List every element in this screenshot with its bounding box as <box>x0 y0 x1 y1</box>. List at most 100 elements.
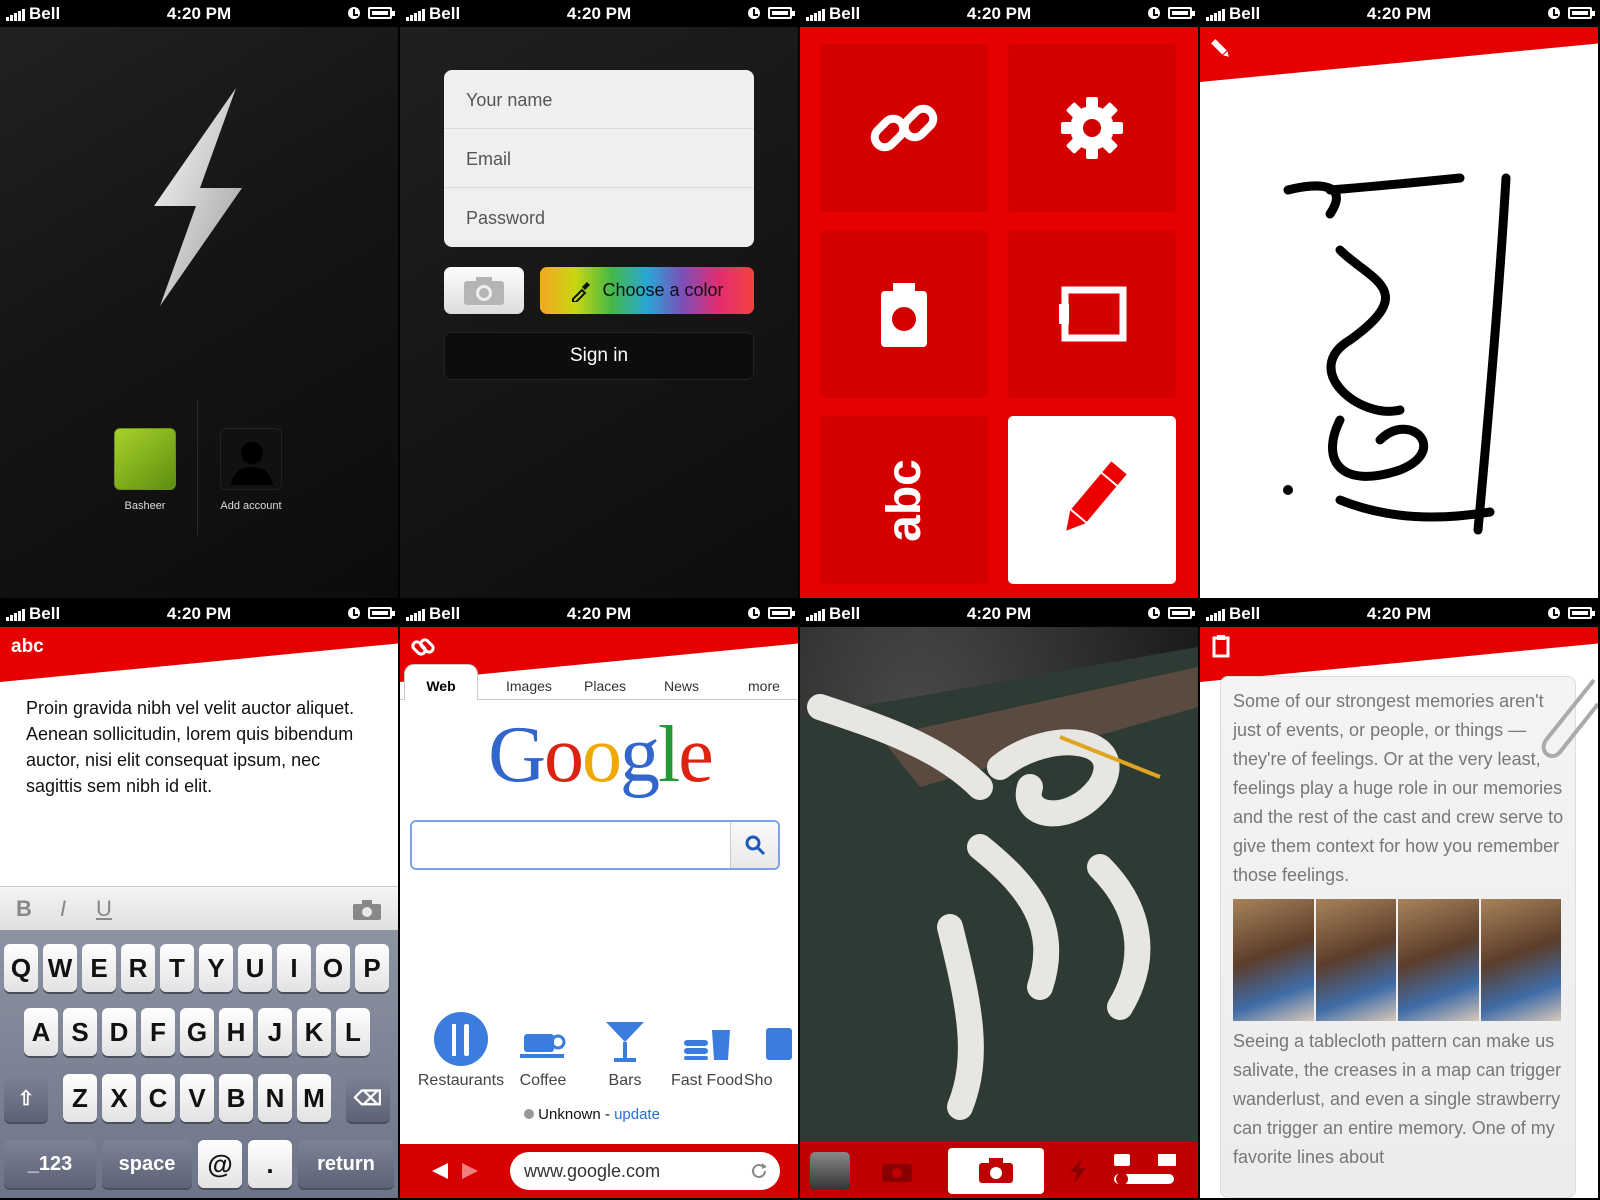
forward-arrow-icon[interactable] <box>460 1161 480 1181</box>
switch-camera-icon[interactable] <box>880 1158 914 1184</box>
category-fast-food[interactable]: Fast Food <box>662 1010 752 1090</box>
camera-screen: Bell 4:20 PM <box>800 600 1198 1198</box>
key-r[interactable]: R <box>121 944 155 992</box>
choose-color-button[interactable]: Choose a color <box>540 267 754 314</box>
key-f[interactable]: F <box>141 1008 175 1056</box>
pencil-icon[interactable] <box>1210 38 1232 60</box>
at-key[interactable]: @ <box>198 1140 242 1188</box>
key-o[interactable]: O <box>316 944 350 992</box>
draw-tile[interactable] <box>1008 416 1176 584</box>
tab-places[interactable]: Places <box>584 678 626 694</box>
camera-tile[interactable] <box>820 230 988 398</box>
tab-news[interactable]: News <box>664 678 699 694</box>
battery-icon <box>768 7 795 19</box>
search-button[interactable] <box>730 822 778 868</box>
header-bar <box>0 627 398 682</box>
header-bar <box>1200 27 1598 82</box>
key-x[interactable]: X <box>102 1074 136 1122</box>
clipboard-icon[interactable] <box>1212 634 1230 658</box>
space-key[interactable]: space <box>102 1140 192 1188</box>
handwriting-drawing <box>1283 173 1511 535</box>
rotation-lock-icon <box>1148 607 1160 619</box>
key-b[interactable]: B <box>219 1074 253 1122</box>
key-t[interactable]: T <box>160 944 194 992</box>
category-shopping[interactable]: Sho <box>744 1010 798 1090</box>
clock: 4:20 PM <box>966 604 1032 623</box>
key-s[interactable]: S <box>63 1008 97 1056</box>
lightning-bolt-logo <box>154 88 242 306</box>
clock: 4:20 PM <box>166 604 232 623</box>
reload-icon[interactable] <box>750 1162 768 1180</box>
key-h[interactable]: H <box>219 1008 253 1056</box>
logo-letter: G <box>488 711 546 799</box>
camera-viewfinder[interactable] <box>800 627 1198 1147</box>
key-z[interactable]: Z <box>63 1074 97 1122</box>
clipboard-icon <box>1059 286 1127 342</box>
tab-more[interactable]: more <box>748 678 780 694</box>
key-n[interactable]: N <box>258 1074 292 1122</box>
key-d[interactable]: D <box>102 1008 136 1056</box>
text-tile[interactable]: abc <box>820 416 988 584</box>
category-restaurants[interactable]: Restaurants <box>416 1010 506 1090</box>
draw-screen: Bell 4:20 PM <box>1200 0 1598 598</box>
article-photo <box>1233 899 1314 1021</box>
address-bar[interactable]: www.google.com <box>510 1152 780 1190</box>
key-w[interactable]: W <box>43 944 77 992</box>
photo-button[interactable] <box>444 267 524 314</box>
article-photo <box>1480 899 1561 1021</box>
add-account-button[interactable]: Add account <box>220 428 282 512</box>
key-g[interactable]: G <box>180 1008 214 1056</box>
password-field[interactable]: Password <box>444 188 754 247</box>
italic-button[interactable]: I <box>60 896 66 922</box>
link-icon[interactable] <box>410 634 436 660</box>
flash-icon[interactable] <box>1068 1158 1088 1184</box>
account-basheer[interactable]: Basheer <box>114 428 176 512</box>
key-e[interactable]: E <box>82 944 116 992</box>
settings-tile[interactable] <box>1008 44 1176 212</box>
google-logo: Google <box>470 710 730 801</box>
key-i[interactable]: I <box>277 944 311 992</box>
text-note-screen: Bell 4:20 PM abc Proin gravida nibh vel … <box>0 600 398 1198</box>
key-p[interactable]: P <box>355 944 389 992</box>
search-input[interactable] <box>410 820 780 870</box>
key-a[interactable]: A <box>24 1008 58 1056</box>
key-m[interactable]: M <box>297 1074 331 1122</box>
link-tile[interactable] <box>820 44 988 212</box>
key-y[interactable]: Y <box>199 944 233 992</box>
choose-color-label: Choose a color <box>602 280 724 300</box>
shutter-button[interactable] <box>948 1148 1044 1194</box>
status-bar: Bell 4:20 PM <box>1200 600 1598 627</box>
return-key[interactable]: return <box>298 1140 394 1188</box>
browser-toolbar: www.google.com <box>400 1144 798 1198</box>
clipboard-tile[interactable] <box>1008 230 1176 398</box>
clipped-article[interactable]: Some of our strongest memories aren't ju… <box>1220 676 1576 1198</box>
category-bars[interactable]: Bars <box>580 1010 670 1090</box>
key-k[interactable]: K <box>297 1008 331 1056</box>
key-c[interactable]: C <box>141 1074 175 1122</box>
sign-in-button[interactable]: Sign in <box>444 332 754 380</box>
period-key[interactable]: . <box>248 1140 292 1188</box>
battery-icon <box>1568 7 1595 19</box>
numbers-key[interactable]: _123 <box>4 1140 96 1188</box>
back-arrow-icon[interactable] <box>430 1161 450 1181</box>
update-link[interactable]: update <box>614 1106 660 1123</box>
camera-icon[interactable] <box>352 899 382 921</box>
photo-thumbnail[interactable] <box>810 1152 850 1190</box>
key-l[interactable]: L <box>336 1008 370 1056</box>
key-u[interactable]: U <box>238 944 272 992</box>
category-coffee[interactable]: Coffee <box>498 1010 588 1090</box>
shift-key[interactable]: ⇧ <box>4 1074 48 1122</box>
bold-button[interactable]: B <box>16 896 32 922</box>
key-v[interactable]: V <box>180 1074 214 1122</box>
key-q[interactable]: Q <box>4 944 38 992</box>
tab-images[interactable]: Images <box>506 678 552 694</box>
photo-video-toggle-icon[interactable] <box>1110 1150 1190 1190</box>
name-field[interactable]: Your name <box>444 70 754 129</box>
key-j[interactable]: J <box>258 1008 292 1056</box>
email-field[interactable]: Email <box>444 129 754 188</box>
clock: 4:20 PM <box>1366 604 1432 623</box>
underline-button[interactable]: U <box>96 896 112 922</box>
backspace-key[interactable]: ⌫ <box>346 1074 390 1122</box>
note-body[interactable]: Proin gravida nibh vel velit auctor aliq… <box>26 695 381 799</box>
battery-icon <box>1168 607 1195 619</box>
